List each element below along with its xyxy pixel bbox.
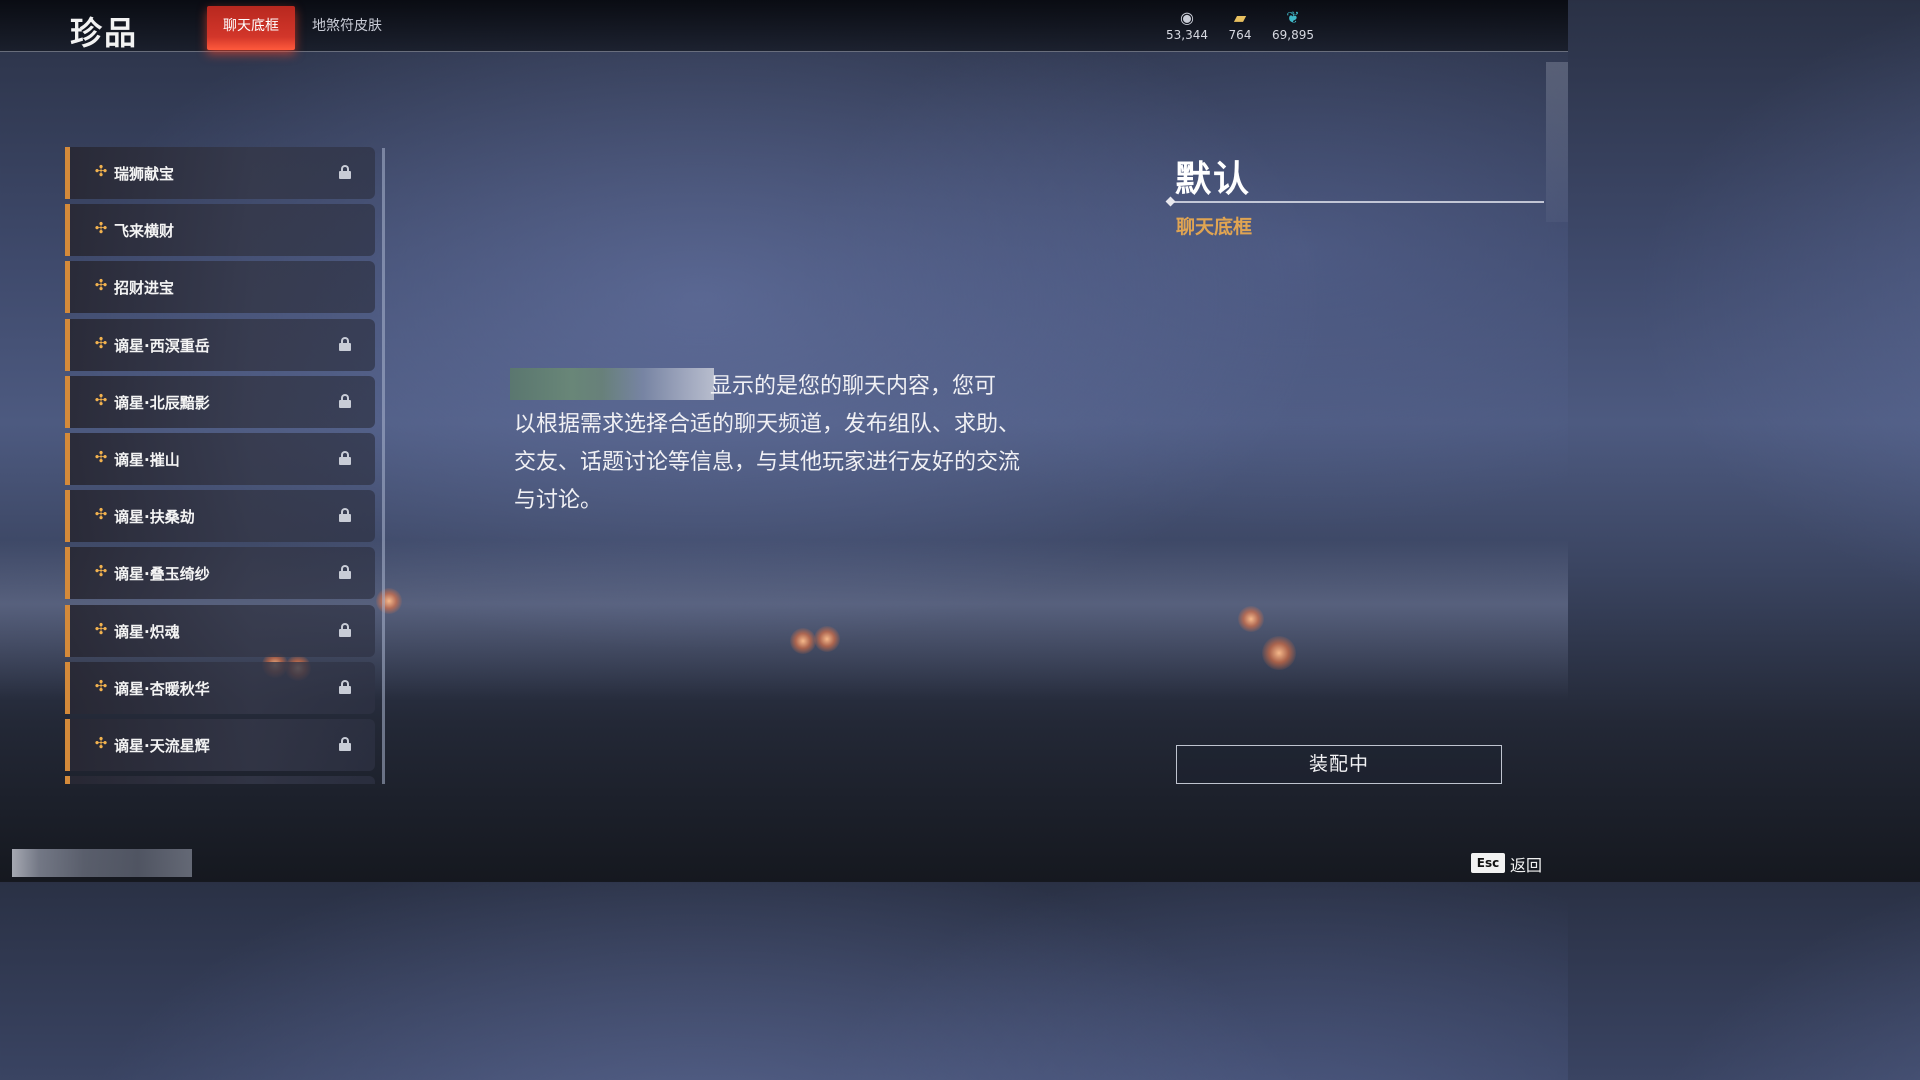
chat-preview-rest: 以根据需求选择合适的聊天频道，发布组队、求助、交友、话题讨论等信息，与其他玩家进… [514,412,1021,513]
lock-icon [339,508,351,523]
coin-icon: ◉ [1180,8,1194,27]
lock-icon [339,736,351,751]
lock-icon [339,679,351,694]
currency-value: 764 [1228,28,1252,42]
list-item[interactable]: ✣ 谪星·杏暖秋华 [65,661,375,714]
lock-icon [339,565,351,580]
lock-icon [339,622,351,637]
currency-coin: ◉ 53,344 [1157,8,1217,42]
clover-icon: ✣ [94,162,108,180]
list-item-label: 谪星·叠玉绮纱 [114,565,210,584]
list-item[interactable]: ✣ 瑞狮献宝 [65,147,375,199]
list-item-label: 飞来横财 [114,222,175,241]
tab-chat-frame[interactable]: 聊天底框 [207,6,295,50]
currency-ticket: ▰ 764 [1210,8,1270,42]
esc-key-hint: Esc [1471,853,1505,873]
list-item-label: 谪星·炽魂 [114,622,180,641]
list-item-label: 谪星·摧山 [114,450,180,469]
selected-item-category: 聊天底框 [1176,216,1253,238]
feather-icon: ❦ [1286,8,1300,27]
clover-icon: ✣ [94,390,108,409]
clover-icon: ✣ [94,505,108,524]
lock-icon [339,393,351,408]
list-item-label: 谪星·杏暖秋华 [114,679,210,698]
lantern-light [814,626,840,652]
clover-icon: ✣ [94,333,108,352]
top-divider [0,51,1568,52]
lock-icon [339,450,351,465]
chat-preview-text: 显示的是您的聊天内容，您可 以根据需求选择合适的聊天频道，发布组队、求助、交友、… [514,368,1034,520]
list-item-label: 谪星·天流星辉 [114,736,210,755]
lantern-light [1262,636,1296,670]
clover-icon: ✣ [94,676,108,695]
list-item[interactable]: ✣ 飞来横财 [65,204,375,257]
frame-list: ✣ 瑞狮献宝 ✣ 飞来横财 ✣ 招财进宝 ✣ 谪星·西溟重岳 ✣ 谪星·北辰黯影… [65,147,375,784]
list-item-label: 招财进宝 [114,279,175,298]
currency-value: 69,895 [1272,28,1314,42]
list-item[interactable]: ✣ 谪星·北辰黯影 [65,375,375,428]
list-item[interactable]: ✣ 谪星·摧山 [65,432,375,485]
ticket-icon: ▰ [1233,8,1247,27]
currency-feather: ❦ 69,895 [1263,8,1323,42]
back-button[interactable]: 返回 [1510,852,1542,876]
blurred-player-id [12,849,192,877]
currency-value: 53,344 [1166,28,1208,42]
selected-item-name: 默认 [1175,159,1252,200]
clover-icon: ✣ [94,733,108,752]
page-title: 珍品 [70,14,139,52]
list-item-label: 谪星·北辰黯影 [114,393,210,412]
divider [1171,201,1544,203]
clover-icon: ✣ [94,219,108,238]
list-item[interactable]: ✣ 谪星·叠玉绮纱 [65,547,375,600]
list-item[interactable]: ✣ 谪星·扶桑劫 [65,490,375,543]
clover-icon: ✣ [94,562,108,581]
list-item-label: 谪星·扶桑劫 [114,508,195,527]
list-item[interactable]: ✣ 招财进宝 [65,261,375,314]
lock-icon [339,165,351,179]
right-scroll-track [1546,62,1568,222]
list-item[interactable]: ✣ 谪星·天流星辉 [65,718,375,771]
list-item-label: 谪星·西溟重岳 [114,336,210,355]
equip-button[interactable]: 装配中 [1176,745,1502,784]
tab-talisman-skin[interactable]: 地煞符皮肤 [296,6,398,50]
divider-diamond [1165,196,1176,207]
lantern-light [1238,606,1264,632]
chat-preview-line1: 显示的是您的聊天内容，您可 [710,374,997,399]
list-item-label: 瑞狮献宝 [114,165,175,183]
lantern-light [376,588,402,614]
clover-icon: ✣ [94,619,108,638]
list-item[interactable]: ✣ 谪星·西溟重岳 [65,318,375,371]
clover-icon: ✣ [94,276,108,295]
list-item[interactable] [65,776,375,784]
lock-icon [339,336,351,351]
list-scrollbar[interactable] [382,148,385,784]
list-item[interactable]: ✣ 谪星·炽魂 [65,604,375,657]
lantern-light [790,628,816,654]
clover-icon: ✣ [94,447,108,466]
